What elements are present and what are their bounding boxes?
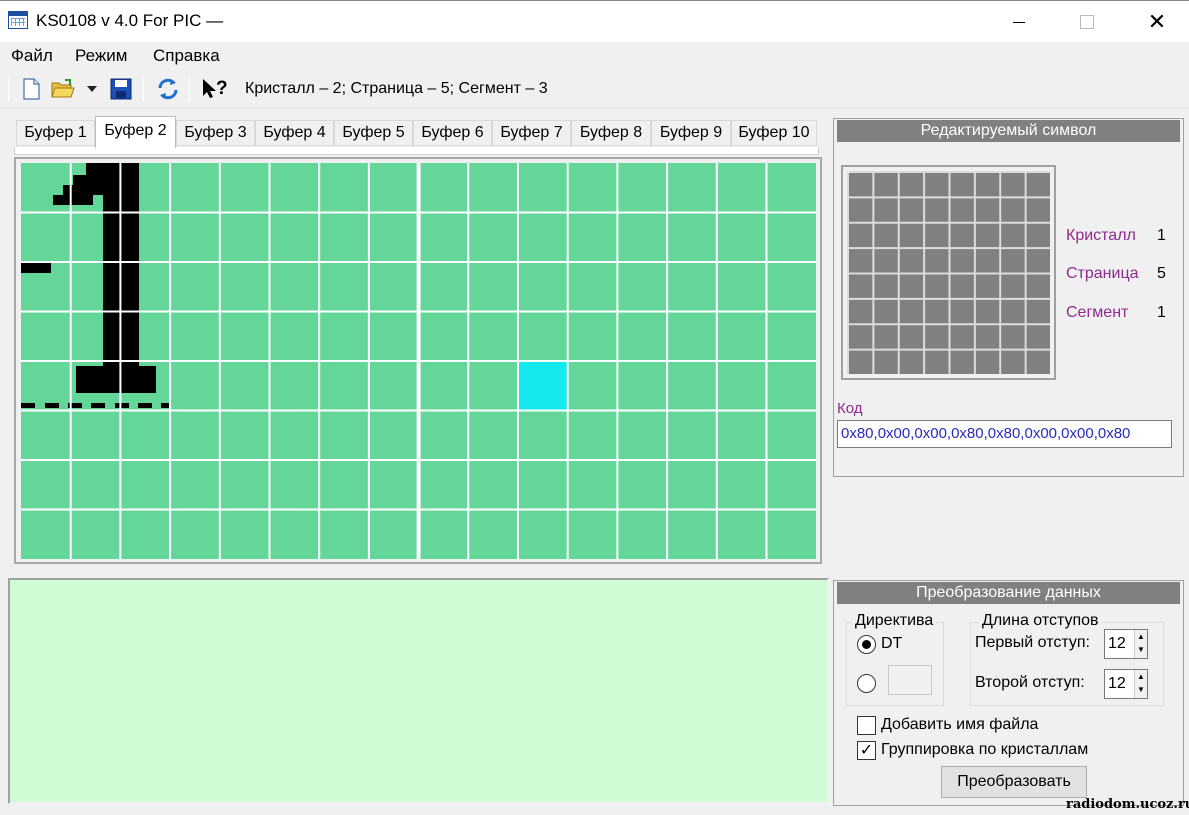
first-indent-stepper[interactable]: 12 ▲ ▼ (1104, 629, 1148, 659)
toolbar-separator (189, 76, 190, 102)
directive-dt-label: DT (881, 635, 903, 652)
toolbar-separator (143, 76, 144, 102)
first-indent-label: Первый отступ: (975, 634, 1090, 651)
watermark: radiodom.ucoz.ru (1066, 797, 1189, 812)
save-button[interactable] (108, 76, 134, 102)
dash-pixel (21, 403, 35, 408)
code-field[interactable]: 0x80,0x00,0x00,0x80,0x80,0x00,0x00,0x80 (837, 420, 1172, 448)
directive-title: Директива (852, 612, 937, 630)
tab-buffer-4[interactable]: Буфер 4 (255, 120, 334, 146)
output-text-area[interactable] (8, 578, 829, 804)
menu-file[interactable]: Файл (11, 46, 53, 66)
open-dropdown-button[interactable] (82, 76, 102, 102)
tab-buffer-6[interactable]: Буфер 6 (413, 120, 492, 146)
glyph-pixel-block (53, 195, 93, 205)
minimize-button[interactable] (996, 1, 1042, 43)
dash-pixel (161, 403, 169, 408)
second-indent-stepper[interactable]: 12 ▲ ▼ (1104, 669, 1148, 699)
checkmark-icon: ✓ (859, 742, 874, 759)
tab-buffer-2[interactable]: Буфер 2 (95, 116, 176, 148)
crystal-label: Кристалл (1066, 227, 1136, 244)
toolbar-separator (8, 76, 9, 102)
tab-buffer-3[interactable]: Буфер 3 (176, 120, 255, 146)
lcd-editor-frame (14, 157, 822, 564)
menu-help[interactable]: Справка (153, 46, 220, 66)
directive-custom-radio[interactable] (857, 674, 876, 693)
code-label: Код (837, 400, 863, 417)
tab-buffer-7[interactable]: Буфер 7 (492, 120, 571, 146)
second-indent-label: Второй отступ: (975, 674, 1085, 691)
tab-buffer-5[interactable]: Буфер 5 (334, 120, 413, 146)
directive-dt-radio[interactable] (857, 635, 876, 654)
menu-bar: Файл Режим Справка (0, 42, 1189, 70)
segment-label: Сегмент (1066, 304, 1129, 321)
spinner-arrows-icon[interactable]: ▲ ▼ (1134, 630, 1147, 658)
dropdown-arrow-icon (87, 86, 97, 92)
page-value: 5 (1157, 265, 1166, 282)
crystal-value: 1 (1157, 227, 1166, 244)
conversion-panel-title: Преобразование данных (837, 582, 1180, 604)
indent-title: Длина отступов (979, 612, 1102, 630)
add-filename-checkbox[interactable] (857, 716, 876, 735)
tab-buffer-10[interactable]: Буфер 10 (731, 120, 817, 146)
refresh-button[interactable] (155, 76, 181, 102)
cursor-cell (519, 362, 567, 410)
spinner-arrows-icon[interactable]: ▲ ▼ (1134, 670, 1147, 698)
segment-value: 1 (1157, 304, 1166, 321)
lcd-pixel-grid[interactable] (21, 163, 816, 559)
maximize-button[interactable] (1064, 1, 1110, 43)
window-title: KS0108 v 4.0 For PIC — (36, 11, 224, 30)
save-icon (110, 78, 132, 100)
tab-buffer-8[interactable]: Буфер 8 (571, 120, 651, 146)
help-button[interactable]: ? (199, 76, 231, 102)
directive-custom-field[interactable] (888, 665, 932, 695)
menu-mode[interactable]: Режим (75, 46, 127, 66)
glyph-pixel-block (21, 263, 51, 273)
open-folder-icon (51, 79, 75, 98)
toolbar: ? (0, 70, 1189, 108)
dash-pixel (115, 403, 129, 408)
dash-pixel (91, 403, 105, 408)
dash-pixel (138, 403, 152, 408)
title-bar: KS0108 v 4.0 For PIC — ✕ (0, 0, 1189, 42)
tab-buffer-9[interactable]: Буфер 9 (651, 120, 731, 146)
app-icon (8, 11, 28, 29)
cursor-status: Кристалл – 2; Страница – 5; Сегмент – 3 (245, 80, 548, 97)
maximize-icon (1080, 15, 1094, 29)
minimize-icon (1013, 21, 1025, 23)
symbol-preview[interactable] (841, 165, 1056, 380)
add-filename-label: Добавить имя файла (881, 716, 1039, 733)
page-label: Страница (1066, 265, 1139, 282)
help-pointer-icon: ? (203, 78, 228, 99)
new-file-button[interactable] (18, 76, 44, 102)
close-icon: ✕ (1147, 9, 1167, 34)
glyph-pixel-block (63, 185, 103, 195)
close-button[interactable]: ✕ (1134, 1, 1180, 43)
tab-page-edge (14, 147, 819, 155)
open-button[interactable] (50, 76, 76, 102)
new-file-icon (23, 78, 40, 100)
symbol-panel-title: Редактируемый символ (837, 120, 1180, 142)
second-indent-value: 12 (1108, 675, 1126, 692)
svg-text:?: ? (216, 78, 228, 99)
group-by-crystal-label: Группировка по кристаллам (881, 741, 1089, 758)
convert-button[interactable]: Преобразовать (941, 766, 1087, 798)
dash-pixel (45, 403, 59, 408)
glyph-pixel-block (76, 366, 156, 393)
tab-buffer-1[interactable]: Буфер 1 (16, 120, 95, 146)
symbol-pixel-grid[interactable] (847, 171, 1050, 374)
group-by-crystal-checkbox[interactable]: ✓ (857, 741, 876, 760)
first-indent-value: 12 (1108, 635, 1126, 652)
refresh-icon (158, 78, 178, 100)
